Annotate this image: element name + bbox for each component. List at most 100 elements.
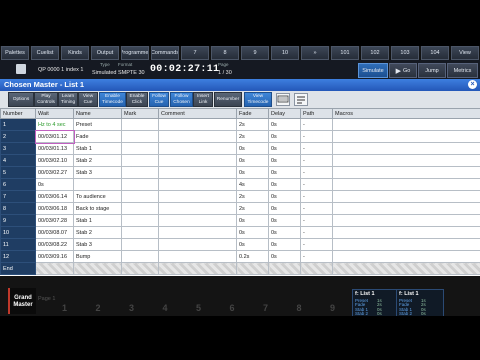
table-row[interactable]: 12 00/03/09.16 Bump 0.2s 0s - <box>0 250 480 263</box>
cell-wait[interactable]: 00/03/01.13 <box>35 142 74 155</box>
cell-delay[interactable]: 0s <box>268 118 301 131</box>
cell-comment[interactable] <box>158 190 237 203</box>
cell-fade[interactable]: 2s <box>236 130 269 143</box>
cell-comment[interactable] <box>158 118 237 131</box>
cell-name[interactable]: Back to stage <box>73 202 122 215</box>
cell-comment[interactable] <box>158 178 237 191</box>
renumber-button[interactable]: Renumber <box>214 92 242 107</box>
cell-fade[interactable]: 4s <box>236 178 269 191</box>
cell-name[interactable] <box>73 178 122 191</box>
cell-number[interactable]: 11 <box>0 238 36 251</box>
key-10[interactable]: » <box>301 46 329 60</box>
cell-name[interactable]: Stab 3 <box>73 238 122 251</box>
key-8[interactable]: 9 <box>241 46 269 60</box>
cell-comment[interactable] <box>158 202 237 215</box>
cell-macros[interactable] <box>332 250 480 263</box>
cell-mark[interactable] <box>121 142 159 155</box>
close-icon[interactable]: × <box>468 80 477 89</box>
table-row[interactable]: 1 Hz to 4 sec Preset 2s 0s - <box>0 118 480 131</box>
follow-chosen-button[interactable]: Follow Chosen <box>170 92 193 107</box>
cell-comment[interactable] <box>158 226 237 239</box>
cell-macros[interactable] <box>332 238 480 251</box>
cell-number[interactable]: 5 <box>0 166 36 179</box>
cell-number[interactable]: 6 <box>0 178 36 191</box>
cell-path[interactable]: - <box>300 214 333 227</box>
save-disk-icon[interactable] <box>16 64 26 74</box>
cell-macros[interactable] <box>332 178 480 191</box>
simulate-button[interactable]: Simulate <box>358 63 388 78</box>
cell-wait[interactable]: 00/03/01.12 <box>34 129 75 144</box>
cell-wait[interactable]: 00/03/02.27 <box>35 166 74 179</box>
cell-path[interactable]: - <box>300 250 333 263</box>
cell-mark[interactable] <box>121 250 159 263</box>
cell-mark[interactable] <box>121 118 159 131</box>
cell-wait[interactable]: 0s <box>35 178 74 191</box>
cell-name[interactable]: To audience <box>73 190 122 203</box>
key-13[interactable]: 103 <box>391 46 419 60</box>
cell-path[interactable]: - <box>300 166 333 179</box>
cell-name[interactable]: Stab 2 <box>73 226 122 239</box>
cell-fade[interactable]: 0s <box>236 238 269 251</box>
cell-wait[interactable]: 00/03/08.22 <box>35 238 74 251</box>
follow-cue-button[interactable]: Follow Cue <box>149 92 169 107</box>
cell-delay[interactable]: 0s <box>268 214 301 227</box>
grand-master-fader[interactable]: Grand Master <box>8 288 36 314</box>
key-12[interactable]: 102 <box>361 46 389 60</box>
cell-delay[interactable]: 0s <box>268 190 301 203</box>
table-row[interactable]: 7 00/03/06.14 To audience 2s 0s - <box>0 190 480 203</box>
cell-delay[interactable]: 0s <box>268 250 301 263</box>
cell-delay[interactable]: 0s <box>268 178 301 191</box>
key-3[interactable]: Output <box>91 46 119 60</box>
cell-path[interactable]: - <box>300 154 333 167</box>
cell-mark[interactable] <box>121 214 159 227</box>
column-header[interactable]: Path <box>300 108 333 119</box>
insert-link-button[interactable]: Insert Link <box>193 92 213 107</box>
cell-fade[interactable]: 2s <box>236 118 269 131</box>
column-header[interactable]: Delay <box>268 108 301 119</box>
learn-timing-button[interactable]: Learn Timing <box>58 92 78 107</box>
cell-delay[interactable]: 0s <box>268 130 301 143</box>
cell-macros[interactable] <box>332 118 480 131</box>
cell-name[interactable]: Bump <box>73 250 122 263</box>
cell-name[interactable]: Fade <box>73 130 122 143</box>
cell-comment[interactable] <box>158 154 237 167</box>
cell-wait[interactable]: 00/03/02.10 <box>35 154 74 167</box>
key-4[interactable]: Programmer <box>121 46 149 60</box>
cell-number[interactable]: 2 <box>0 130 36 143</box>
cell-name[interactable]: Stab 1 <box>73 214 122 227</box>
cell-wait[interactable]: 00/03/09.16 <box>35 250 74 263</box>
table-row[interactable]: 10 00/03/08.07 Stab 2 0s 0s - <box>0 226 480 239</box>
cell-mark[interactable] <box>121 130 159 143</box>
cell-delay[interactable]: 0s <box>268 238 301 251</box>
play-controls-button[interactable]: Play Controls <box>34 92 58 107</box>
keyboard-icon[interactable] <box>276 93 290 106</box>
table-row[interactable]: 2 00/03/01.12 Fade 2s 0s - <box>0 129 480 144</box>
view-cue-button[interactable]: View Cue <box>78 92 98 107</box>
cell-delay[interactable]: 0s <box>268 142 301 155</box>
cell-path[interactable]: - <box>300 226 333 239</box>
table-row[interactable]: 4 00/03/02.10 Stab 2 0s 0s - <box>0 154 480 167</box>
column-header[interactable]: Number <box>0 108 36 119</box>
cell-comment[interactable] <box>158 166 237 179</box>
cell-path[interactable]: - <box>300 202 333 215</box>
cell-number[interactable]: 12 <box>0 250 36 263</box>
cell-number[interactable]: 8 <box>0 202 36 215</box>
column-header[interactable]: Fade <box>236 108 269 119</box>
cell-wait[interactable]: 00/03/07.28 <box>35 214 74 227</box>
enable-timecode-button[interactable]: Enable Timecode <box>99 92 126 107</box>
options-button[interactable]: Options <box>8 92 34 107</box>
cell-wait[interactable]: Hz to 4 sec <box>35 118 74 131</box>
cell-fade[interactable]: 0.2s <box>236 250 269 263</box>
key-1[interactable]: Cuelist <box>31 46 59 60</box>
cell-fade[interactable]: 2s <box>236 202 269 215</box>
go-button[interactable]: ▶ Go <box>389 63 417 78</box>
table-row[interactable]: 11 00/03/08.22 Stab 3 0s 0s - <box>0 238 480 251</box>
cell-path[interactable]: - <box>300 118 333 131</box>
cell-wait[interactable]: 00/03/06.18 <box>35 202 74 215</box>
cell-comment[interactable] <box>158 130 237 143</box>
cell-macros[interactable] <box>332 142 480 155</box>
cell-macros[interactable] <box>332 190 480 203</box>
cell-mark[interactable] <box>121 178 159 191</box>
cell-number[interactable]: 10 <box>0 226 36 239</box>
cell-fade[interactable]: 0s <box>236 214 269 227</box>
